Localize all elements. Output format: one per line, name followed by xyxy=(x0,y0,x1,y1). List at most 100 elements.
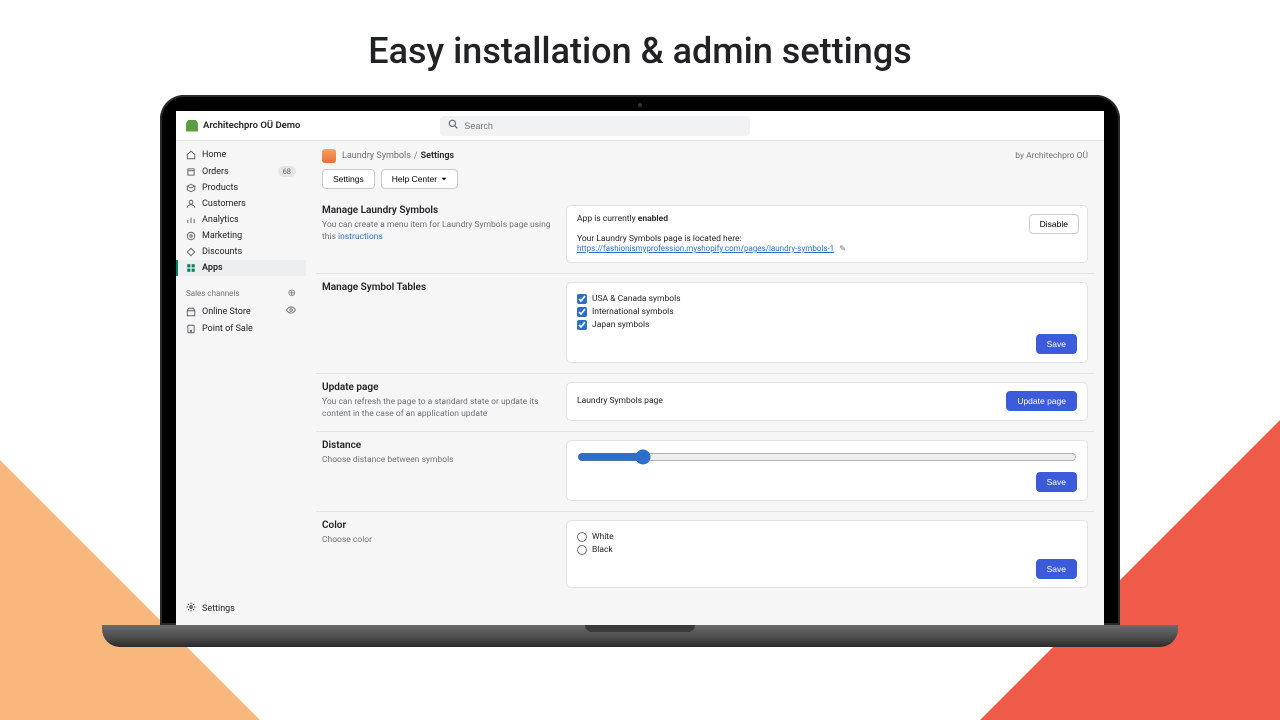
app-screen: Architechpro OÜ Demo Home xyxy=(176,111,1104,625)
radio-black[interactable]: Black xyxy=(577,545,1077,555)
pos-icon xyxy=(186,324,196,334)
nav-label: Customers xyxy=(202,199,246,209)
search-field[interactable] xyxy=(440,116,750,136)
laptop-frame: Architechpro OÜ Demo Home xyxy=(160,95,1120,647)
marketing-icon xyxy=(186,231,196,241)
section-desc-distance: Choose distance between symbols xyxy=(322,455,552,467)
orders-badge: 68 xyxy=(278,166,296,177)
section-title-distance: Distance xyxy=(322,440,552,451)
checkbox-label: Japan symbols xyxy=(592,320,649,330)
save-color-button[interactable]: Save xyxy=(1036,559,1077,579)
shopify-logo-icon xyxy=(186,120,198,132)
sidebar-settings-label: Settings xyxy=(202,604,235,614)
nav-label: Discounts xyxy=(202,247,242,257)
breadcrumb: Laundry Symbols / Settings by Architechp… xyxy=(316,141,1094,169)
app-icon xyxy=(322,149,336,163)
search-icon xyxy=(448,119,458,132)
page-url-link[interactable]: https://fashionismyprofession.myshopify.… xyxy=(577,244,834,253)
nav-customers[interactable]: Customers xyxy=(176,196,306,212)
update-card-text: Laundry Symbols page xyxy=(577,396,663,406)
nav-label: Analytics xyxy=(202,215,239,225)
nav-label: Marketing xyxy=(202,231,242,241)
nav-label: Products xyxy=(202,183,238,193)
gear-icon xyxy=(186,602,196,615)
radio-input[interactable] xyxy=(577,532,587,542)
breadcrumb-page: Settings xyxy=(421,151,455,161)
apps-icon xyxy=(186,263,196,273)
topbar: Architechpro OÜ Demo xyxy=(176,111,1104,141)
main-content: Laundry Symbols / Settings by Architechp… xyxy=(306,141,1104,625)
add-channel-icon[interactable]: ⊕ xyxy=(288,288,296,299)
radio-white[interactable]: White xyxy=(577,532,1077,542)
section-desc-color: Choose color xyxy=(322,535,552,547)
disable-button[interactable]: Disable xyxy=(1029,214,1079,234)
nav-marketing[interactable]: Marketing xyxy=(176,228,306,244)
chevron-down-icon xyxy=(441,176,447,182)
checkbox-international[interactable]: International symbols xyxy=(577,307,1077,317)
checkbox-input[interactable] xyxy=(577,294,587,304)
checkbox-input[interactable] xyxy=(577,320,587,330)
update-page-button[interactable]: Update page xyxy=(1006,391,1077,411)
save-distance-button[interactable]: Save xyxy=(1036,472,1077,492)
store-brand[interactable]: Architechpro OÜ Demo xyxy=(186,120,300,132)
sidebar-settings[interactable]: Settings xyxy=(176,596,306,625)
view-store-icon[interactable] xyxy=(286,305,296,318)
checkbox-label: International symbols xyxy=(592,307,674,317)
nav-orders[interactable]: Orders 68 xyxy=(176,163,306,180)
discounts-icon xyxy=(186,247,196,257)
checkbox-input[interactable] xyxy=(577,307,587,317)
breadcrumb-app[interactable]: Laundry Symbols xyxy=(342,151,411,161)
instructions-link[interactable]: instructions xyxy=(338,232,383,242)
channel-online-store[interactable]: Online Store xyxy=(176,302,306,321)
settings-button[interactable]: Settings xyxy=(322,169,375,189)
checkbox-label: USA & Canada symbols xyxy=(592,294,681,304)
sales-channels-header: Sales channels ⊕ xyxy=(176,282,306,302)
distance-slider[interactable] xyxy=(577,449,1077,465)
section-title-color: Color xyxy=(322,520,552,531)
edit-icon[interactable]: ✎ xyxy=(839,244,846,253)
sidebar: Home Orders 68 Products xyxy=(176,141,306,625)
page-heading: Easy installation & admin settings xyxy=(0,0,1280,90)
nav-label: Apps xyxy=(202,263,223,273)
distance-card: Save xyxy=(566,440,1088,501)
nav-apps[interactable]: Apps xyxy=(176,260,306,276)
checkbox-japan[interactable]: Japan symbols xyxy=(577,320,1077,330)
section-desc-manage: You can create a menu item for Laundry S… xyxy=(322,220,552,244)
channel-pos[interactable]: Point of Sale xyxy=(176,321,306,337)
tables-card: USA & Canada symbols International symbo… xyxy=(566,282,1088,363)
section-title-tables: Manage Symbol Tables xyxy=(322,282,552,293)
analytics-icon xyxy=(186,215,196,225)
radio-input[interactable] xyxy=(577,545,587,555)
nav-home[interactable]: Home xyxy=(176,147,306,163)
store-name: Architechpro OÜ Demo xyxy=(203,120,300,131)
located-text: Your Laundry Symbols page is located her… xyxy=(577,234,1077,244)
products-icon xyxy=(186,183,196,193)
manage-card: Disable App is currently enabled Your La… xyxy=(566,205,1088,263)
status-value: enabled xyxy=(638,214,668,224)
nav-products[interactable]: Products xyxy=(176,180,306,196)
home-icon xyxy=(186,150,196,160)
orders-icon xyxy=(186,167,196,177)
nav-discounts[interactable]: Discounts xyxy=(176,244,306,260)
search-input[interactable] xyxy=(464,121,742,131)
help-center-button[interactable]: Help Center xyxy=(381,169,458,189)
nav-analytics[interactable]: Analytics xyxy=(176,212,306,228)
breadcrumb-sep: / xyxy=(414,151,418,161)
radio-label: White xyxy=(592,532,614,542)
nav-label: Orders xyxy=(202,167,229,177)
status-prefix: App is currently xyxy=(577,214,638,224)
checkbox-usa[interactable]: USA & Canada symbols xyxy=(577,294,1077,304)
channel-label: Point of Sale xyxy=(202,324,253,334)
section-title-update: Update page xyxy=(322,382,552,393)
by-line: by Architechpro OÜ xyxy=(1015,151,1088,161)
laptop-base xyxy=(102,625,1178,647)
radio-label: Black xyxy=(592,545,613,555)
help-center-label: Help Center xyxy=(392,174,437,184)
section-desc-update: You can refresh the page to a standard s… xyxy=(322,397,552,421)
store-icon xyxy=(186,307,196,317)
update-card: Laundry Symbols page Update page xyxy=(566,382,1088,421)
section-title-manage: Manage Laundry Symbols xyxy=(322,205,552,216)
nav-label: Home xyxy=(202,150,226,160)
save-tables-button[interactable]: Save xyxy=(1036,334,1077,354)
customers-icon xyxy=(186,199,196,209)
